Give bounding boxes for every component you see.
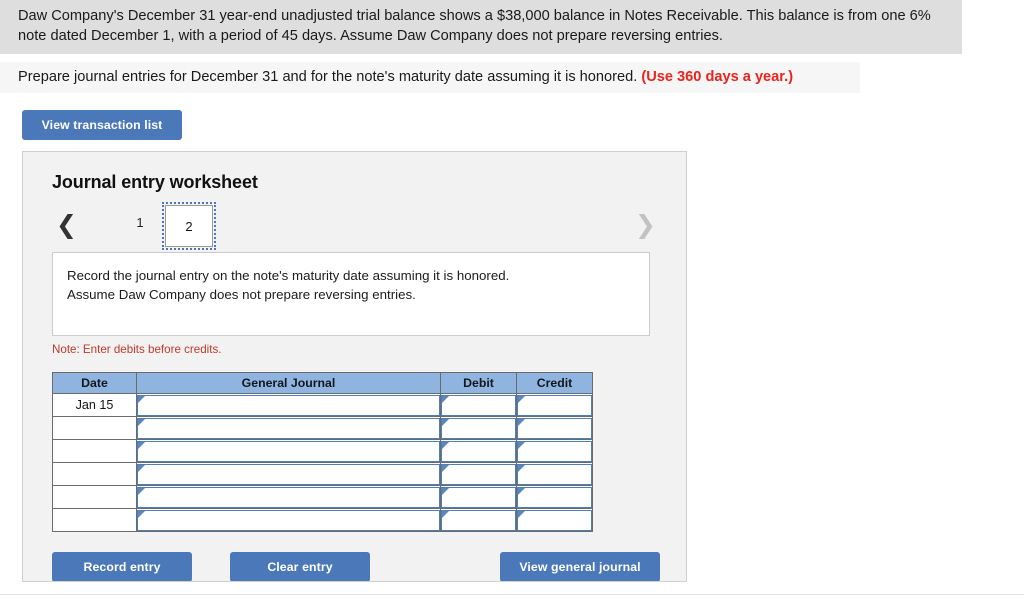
debit-input[interactable] [441, 463, 516, 485]
worksheet-title: Journal entry worksheet [52, 172, 258, 192]
journal-entry-table-body: Jan 15 [52, 393, 593, 532]
debit-input[interactable] [441, 394, 516, 416]
column-header-credit: Credit [516, 372, 593, 394]
cell-credit[interactable] [516, 462, 593, 486]
clear-entry-button[interactable]: Clear entry [230, 552, 370, 581]
cell-date[interactable] [52, 416, 137, 440]
worksheet-pager: ❮ 1 2 ❯ [52, 202, 660, 250]
cell-general-journal[interactable] [136, 416, 441, 440]
table-row [52, 416, 593, 440]
credit-input[interactable] [517, 509, 592, 531]
journal-entry-table: Date General Journal Debit Credit Jan 15 [52, 372, 593, 532]
debit-input[interactable] [441, 440, 516, 462]
pager-page-2[interactable]: 2 [165, 205, 213, 247]
debits-before-credits-note: Note: Enter debits before credits. [52, 343, 222, 356]
general-journal-select[interactable] [137, 509, 440, 531]
cell-debit[interactable] [440, 508, 517, 532]
table-row [52, 485, 593, 509]
table-row [52, 439, 593, 463]
cell-general-journal[interactable] [136, 508, 441, 532]
general-journal-select[interactable] [137, 417, 440, 439]
journal-entry-worksheet-panel: Journal entry worksheet ❮ 1 2 ❯ Record t… [22, 151, 687, 582]
table-header-row: Date General Journal Debit Credit [52, 372, 593, 394]
cell-credit[interactable] [516, 485, 593, 509]
chevron-left-icon[interactable]: ❮ [56, 213, 77, 238]
cell-date[interactable]: Jan 15 [52, 393, 137, 417]
cell-date[interactable] [52, 485, 137, 509]
general-journal-select[interactable] [137, 440, 440, 462]
table-row [52, 508, 593, 532]
credit-input[interactable] [517, 440, 592, 462]
cell-debit[interactable] [440, 439, 517, 463]
cell-debit[interactable] [440, 393, 517, 417]
general-journal-select[interactable] [137, 486, 440, 508]
instruction-line-2: Assume Daw Company does not prepare reve… [67, 286, 416, 302]
debit-input[interactable] [441, 509, 516, 531]
credit-input[interactable] [517, 394, 592, 416]
cell-general-journal[interactable] [136, 393, 441, 417]
view-general-journal-button[interactable]: View general journal [500, 552, 660, 581]
cell-general-journal[interactable] [136, 439, 441, 463]
debit-input[interactable] [441, 486, 516, 508]
debit-input[interactable] [441, 417, 516, 439]
cell-credit[interactable] [516, 439, 593, 463]
table-row [52, 462, 593, 486]
cell-date[interactable] [52, 508, 137, 532]
problem-paragraph-1: Daw Company's December 31 year-end unadj… [0, 0, 962, 54]
cell-date[interactable] [52, 439, 137, 463]
general-journal-select[interactable] [137, 463, 440, 485]
cell-date[interactable] [52, 462, 137, 486]
general-journal-select[interactable] [137, 394, 440, 416]
instruction-box: Record the journal entry on the note's m… [52, 252, 650, 336]
cell-credit[interactable] [516, 508, 593, 532]
cell-debit[interactable] [440, 485, 517, 509]
credit-input[interactable] [517, 486, 592, 508]
page-bottom-divider [0, 594, 1024, 595]
cell-debit[interactable] [440, 462, 517, 486]
table-row: Jan 15 [52, 393, 593, 417]
column-header-general-journal: General Journal [136, 372, 441, 394]
cell-debit[interactable] [440, 416, 517, 440]
page-root: Daw Company's December 31 year-end unadj… [0, 0, 1024, 602]
record-entry-button[interactable]: Record entry [52, 552, 192, 581]
cell-general-journal[interactable] [136, 462, 441, 486]
chevron-right-icon[interactable]: ❯ [635, 213, 656, 238]
cell-general-journal[interactable] [136, 485, 441, 509]
problem-statement: Daw Company's December 31 year-end unadj… [0, 0, 1024, 93]
credit-input[interactable] [517, 417, 592, 439]
problem-paragraph-2: Prepare journal entries for December 31 … [0, 62, 860, 93]
column-header-date: Date [52, 372, 137, 394]
problem-paragraph-2-emphasis: (Use 360 days a year.) [641, 69, 794, 85]
cell-credit[interactable] [516, 393, 593, 417]
instruction-line-1: Record the journal entry on the note's m… [67, 268, 510, 283]
view-transaction-list-button[interactable]: View transaction list [22, 110, 182, 140]
problem-paragraph-2-text: Prepare journal entries for December 31 … [18, 69, 642, 85]
cell-credit[interactable] [516, 416, 593, 440]
pager-page-1[interactable]: 1 [131, 215, 149, 230]
column-header-debit: Debit [440, 372, 517, 394]
credit-input[interactable] [517, 463, 592, 485]
